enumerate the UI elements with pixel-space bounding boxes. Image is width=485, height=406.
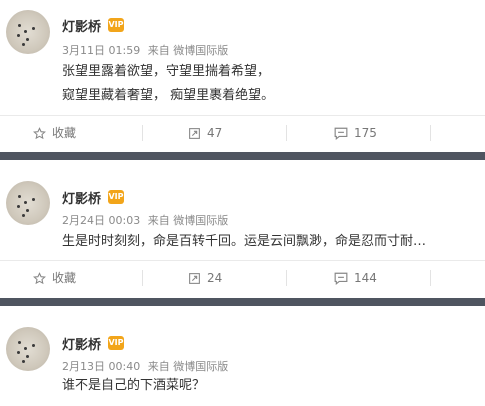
repost-icon bbox=[189, 273, 200, 284]
post-source: 来自 微博国际版 bbox=[147, 214, 229, 227]
comment-icon bbox=[334, 127, 348, 140]
action-separator bbox=[286, 125, 287, 141]
comment-count: 175 bbox=[354, 126, 377, 140]
post-card: 灯影桥 VIP 2月24日 00:03 来自 微博国际版 生是时时刻刻，命是百转… bbox=[0, 160, 485, 295]
comment-icon bbox=[334, 272, 348, 285]
favorite-label: 收藏 bbox=[52, 271, 77, 285]
post-date[interactable]: 2月13日 00:40 bbox=[62, 360, 140, 373]
comment-button[interactable]: 175 bbox=[334, 115, 377, 151]
repost-count: 47 bbox=[207, 126, 223, 140]
username[interactable]: 灯影桥 bbox=[62, 334, 101, 353]
post-meta: 3月11日 01:59 来自 微博国际版 bbox=[62, 42, 228, 58]
favorite-button[interactable]: 收藏 bbox=[33, 260, 76, 296]
action-separator bbox=[142, 125, 143, 141]
vip-crown-badge-icon: VIP bbox=[108, 18, 124, 32]
repost-button[interactable]: 24 bbox=[188, 260, 222, 296]
post-content-line: 窥望里藏着奢望， 痴望里裹着绝望。 bbox=[62, 88, 275, 103]
post-separator bbox=[0, 152, 485, 160]
repost-button[interactable]: 47 bbox=[188, 115, 222, 151]
post-content: 生是时时刻刻，命是百转千回。运是云间飘渺，命是忍而寸耐… bbox=[62, 230, 467, 254]
post-content: 谁不是自己的下酒菜呢？ bbox=[62, 374, 467, 398]
post-card: 灯影桥 VIP 3月11日 01:59 来自 微博国际版 张望里露着欲望，守望里… bbox=[0, 0, 485, 150]
action-separator bbox=[142, 270, 143, 286]
vip-crown-badge-icon: VIP bbox=[108, 190, 124, 204]
star-outline-icon bbox=[33, 272, 46, 285]
username[interactable]: 灯影桥 bbox=[62, 16, 101, 35]
post-source: 来自 微博国际版 bbox=[147, 360, 229, 373]
username[interactable]: 灯影桥 bbox=[62, 188, 101, 207]
post-card: 灯影桥 VIP 2月13日 00:40 来自 微博国际版 谁不是自己的下酒菜呢？ bbox=[0, 306, 485, 406]
favorite-button[interactable]: 收藏 bbox=[33, 115, 76, 151]
post-meta: 2月24日 00:03 来自 微博国际版 bbox=[62, 212, 228, 228]
avatar[interactable] bbox=[6, 181, 50, 225]
vip-crown-badge-icon: VIP bbox=[108, 336, 124, 350]
post-actions: 收藏 24 144 bbox=[0, 260, 485, 296]
post-source: 来自 微博国际版 bbox=[147, 44, 229, 57]
weibo-feed: 灯影桥 VIP 3月11日 01:59 来自 微博国际版 张望里露着欲望，守望里… bbox=[0, 0, 485, 406]
post-separator bbox=[0, 298, 485, 306]
post-content-line: 张望里露着欲望，守望里揣着希望， bbox=[62, 64, 271, 79]
action-separator bbox=[430, 270, 431, 286]
post-date[interactable]: 2月24日 00:03 bbox=[62, 214, 140, 227]
post-date[interactable]: 3月11日 01:59 bbox=[62, 44, 140, 57]
star-outline-icon bbox=[33, 127, 46, 140]
repost-count: 24 bbox=[207, 271, 223, 285]
post-actions: 收藏 47 175 bbox=[0, 115, 485, 151]
post-content-line: 谁不是自己的下酒菜呢？ bbox=[62, 378, 206, 393]
post-content: 张望里露着欲望，守望里揣着希望， 窥望里藏着奢望， 痴望里裹着绝望。 bbox=[62, 60, 467, 108]
post-content-line: 生是时时刻刻，命是百转千回。运是云间飘渺，命是忍而寸耐… bbox=[62, 234, 427, 249]
comment-button[interactable]: 144 bbox=[334, 260, 377, 296]
avatar[interactable] bbox=[6, 10, 50, 54]
avatar[interactable] bbox=[6, 327, 50, 371]
favorite-label: 收藏 bbox=[52, 126, 77, 140]
repost-icon bbox=[189, 128, 200, 139]
action-separator bbox=[430, 125, 431, 141]
comment-count: 144 bbox=[354, 271, 377, 285]
post-meta: 2月13日 00:40 来自 微博国际版 bbox=[62, 358, 228, 374]
action-separator bbox=[286, 270, 287, 286]
